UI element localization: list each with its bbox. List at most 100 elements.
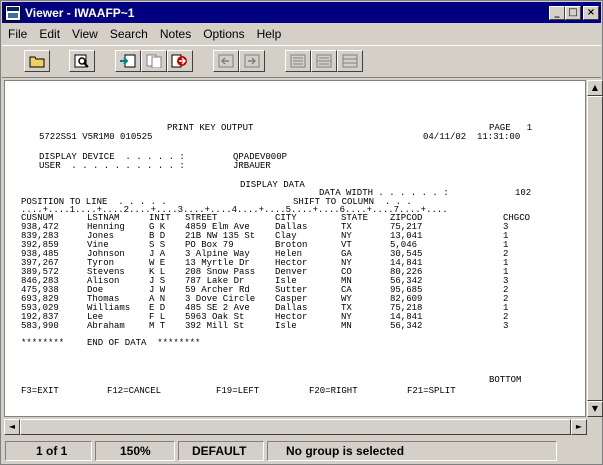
column-header: INIT <box>149 213 171 223</box>
scroll-right-arrow-icon[interactable]: ► <box>571 419 587 435</box>
table-cell: MN <box>341 276 352 286</box>
table-cell: CO <box>341 267 352 277</box>
table-cell: 2 <box>503 249 509 259</box>
document-view[interactable]: PRINT KEY OUTPUT PAGE 1 5722SS1 V5R1M0 0… <box>4 80 586 417</box>
viewer-app-icon <box>5 4 21 21</box>
table-cell: 75,217 <box>390 222 423 232</box>
scroll-right-button[interactable] <box>239 50 265 72</box>
scroll-up-arrow-icon[interactable]: ▲ <box>587 80 603 96</box>
table-cell: Johnson <box>87 249 125 259</box>
layout-2-button[interactable] <box>311 50 337 72</box>
scroll-right-icon <box>244 54 260 68</box>
pages-button[interactable] <box>141 50 167 72</box>
table-cell: 1 <box>503 303 509 313</box>
table-cell: 14,841 <box>390 258 423 268</box>
table-cell: J W <box>149 285 166 295</box>
open-folder-button[interactable] <box>24 50 50 72</box>
end-of-data: END OF DATA ******** <box>87 338 201 348</box>
table-cell: Doe <box>87 285 104 295</box>
table-cell: Clay <box>275 231 297 241</box>
table-cell: 4859 Elm Ave <box>185 222 250 232</box>
table-cell: NY <box>341 312 352 322</box>
close-doc-icon <box>171 54 187 68</box>
table-cell: 938,485 <box>21 249 59 259</box>
horizontal-scroll-thumb[interactable] <box>20 419 571 435</box>
display-device-label: DISPLAY DEVICE . . . . . : <box>39 152 185 162</box>
table-cell: 3 Dove Circle <box>185 294 256 304</box>
menu-help[interactable]: Help <box>251 27 288 41</box>
table-cell: 2 <box>503 285 509 295</box>
user-label: USER . . . . . . . . . . : <box>39 161 185 171</box>
report-content: PRINT KEY OUTPUT PAGE 1 5722SS1 V5R1M0 0… <box>5 81 532 396</box>
data-width-label: DATA WIDTH . . . . . . : <box>319 188 449 198</box>
table-cell: Isle <box>275 276 297 286</box>
table-cell: 839,283 <box>21 231 59 241</box>
vertical-scrollbar[interactable]: ▲ ▼ <box>587 80 603 417</box>
fkey-split: F21=SPLIT <box>407 386 456 396</box>
close-doc-button[interactable] <box>167 50 193 72</box>
table-cell: 1 <box>503 267 509 277</box>
table-cell: M T <box>149 321 166 331</box>
menu-file[interactable]: File <box>2 27 33 41</box>
table-cell: 75,218 <box>390 303 423 313</box>
menu-search[interactable]: Search <box>104 27 154 41</box>
fkey-right: F20=RIGHT <box>309 386 358 396</box>
toolbar <box>2 45 601 78</box>
maximize-button[interactable]: □ <box>565 5 581 20</box>
scroll-left-button[interactable] <box>213 50 239 72</box>
table-cell: 5,046 <box>390 240 418 250</box>
table-cell: 1 <box>503 231 509 241</box>
layout-1-button[interactable] <box>285 50 311 72</box>
lines-icon <box>290 54 306 68</box>
menu-view[interactable]: View <box>66 27 104 41</box>
table-cell: Lee <box>87 312 104 322</box>
table-cell: CA <box>341 285 352 295</box>
table-cell: 56,342 <box>390 321 423 331</box>
table-cell: 593,029 <box>21 303 59 313</box>
column-ruler: ....+....1....+....2....+....3....+....4… <box>21 205 448 215</box>
table-cell: Alison <box>87 276 120 286</box>
table-cell: A N <box>149 294 166 304</box>
table-cell: 846,283 <box>21 276 59 286</box>
table-cell: Dallas <box>275 222 308 232</box>
table-cell: 3 <box>503 321 509 331</box>
table-cell: 3 Alpine Way <box>185 249 250 259</box>
split-horizontal-icon <box>316 54 332 68</box>
split-panes-icon <box>342 54 358 68</box>
scroll-left-arrow-icon[interactable]: ◄ <box>4 419 20 435</box>
vertical-scroll-thumb[interactable] <box>587 96 603 401</box>
table-cell: Stevens <box>87 267 125 277</box>
column-header: ZIPCOD <box>390 213 423 223</box>
fkey-cancel: F12=CANCEL <box>107 386 162 396</box>
layout-3-button[interactable] <box>337 50 363 72</box>
column-header: CUSNUM <box>21 213 54 223</box>
first-page-icon <box>120 54 136 68</box>
table-cell: 392,859 <box>21 240 59 250</box>
report-title: PRINT KEY OUTPUT <box>167 123 254 133</box>
menu-edit[interactable]: Edit <box>33 27 66 41</box>
find-button[interactable] <box>69 50 95 72</box>
table-cell: E D <box>149 303 166 313</box>
table-cell: Helen <box>275 249 303 259</box>
table-cell: 13 Myrtle Dr <box>185 258 250 268</box>
table-cell: 192,837 <box>21 312 59 322</box>
first-page-button[interactable] <box>115 50 141 72</box>
table-cell: 1 <box>503 258 509 268</box>
table-cell: Casper <box>275 294 308 304</box>
table-cell: G K <box>149 222 166 232</box>
window-title: Viewer - IWAAFP~1 <box>25 5 135 20</box>
table-cell: Denver <box>275 267 308 277</box>
minimize-button[interactable]: _ <box>549 5 565 20</box>
table-cell: Dallas <box>275 303 308 313</box>
menu-options[interactable]: Options <box>197 27 250 41</box>
title-bar[interactable]: Viewer - IWAAFP~1 _ □ × <box>2 2 601 23</box>
menu-notes[interactable]: Notes <box>154 27 197 41</box>
horizontal-scrollbar[interactable]: ◄ ► <box>4 419 587 435</box>
scroll-down-arrow-icon[interactable]: ▼ <box>587 401 603 417</box>
table-cell: 389,572 <box>21 267 59 277</box>
menu-bar: File Edit View Search Notes Options Help <box>2 24 601 44</box>
table-cell: 1 <box>503 240 509 250</box>
table-cell: 21B NW 135 St <box>185 231 256 241</box>
close-button[interactable]: × <box>583 5 599 20</box>
column-header: STATE <box>341 213 369 223</box>
